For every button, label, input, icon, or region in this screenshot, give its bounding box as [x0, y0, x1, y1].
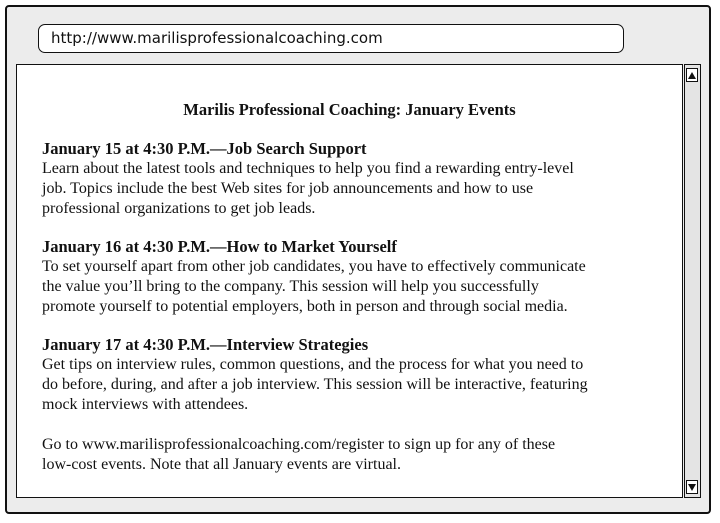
event-description: Learn about the latest tools and techniq… — [42, 159, 662, 219]
registration-note: Go to www.marilisprofessionalcoaching.co… — [42, 435, 662, 475]
description-line: mock interviews with attendees. — [42, 396, 249, 413]
description-line: professional organizations to get job le… — [42, 200, 316, 217]
description-line: Learn about the latest tools and techniq… — [42, 160, 574, 177]
event-market-yourself: January 16 at 4:30 P.M.—How to Market Yo… — [42, 237, 662, 317]
event-description: Get tips on interview rules, common ques… — [42, 355, 662, 415]
note-line: Go to www.marilisprofessionalcoaching.co… — [42, 436, 556, 453]
note-line: low-cost events. Note that all January e… — [42, 456, 401, 473]
event-job-search-support: January 15 at 4:30 P.M.—Job Search Suppo… — [42, 139, 662, 219]
event-interview-strategies: January 17 at 4:30 P.M.—Interview Strate… — [42, 335, 662, 415]
description-line: Get tips on interview rules, common ques… — [42, 356, 584, 373]
url-text: http://www.marilisprofessionalcoaching.c… — [51, 29, 383, 47]
event-title: January 16 at 4:30 P.M.—How to Market Yo… — [42, 237, 397, 256]
description-line: promote yourself to potential employers,… — [42, 298, 568, 315]
address-bar[interactable]: http://www.marilisprofessionalcoaching.c… — [38, 24, 624, 53]
vertical-scrollbar[interactable] — [684, 64, 701, 498]
browser-window: http://www.marilisprofessionalcoaching.c… — [5, 5, 711, 514]
page-title: Marilis Professional Coaching: January E… — [183, 100, 516, 119]
description-line: do before, during, and after a job inter… — [42, 376, 588, 393]
description-line: the value you’ll bring to the company. T… — [42, 278, 539, 295]
event-title: January 17 at 4:30 P.M.—Interview Strate… — [42, 335, 369, 354]
description-line: job. Topics include the best Web sites f… — [42, 180, 534, 197]
event-title: January 15 at 4:30 P.M.—Job Search Suppo… — [42, 139, 367, 158]
scroll-down-arrow-icon[interactable] — [686, 480, 698, 494]
scroll-up-arrow-icon[interactable] — [686, 68, 698, 82]
description-line: To set yourself apart from other job can… — [42, 258, 586, 275]
event-description: To set yourself apart from other job can… — [42, 257, 662, 317]
page-content: Marilis Professional Coaching: January E… — [16, 64, 683, 498]
